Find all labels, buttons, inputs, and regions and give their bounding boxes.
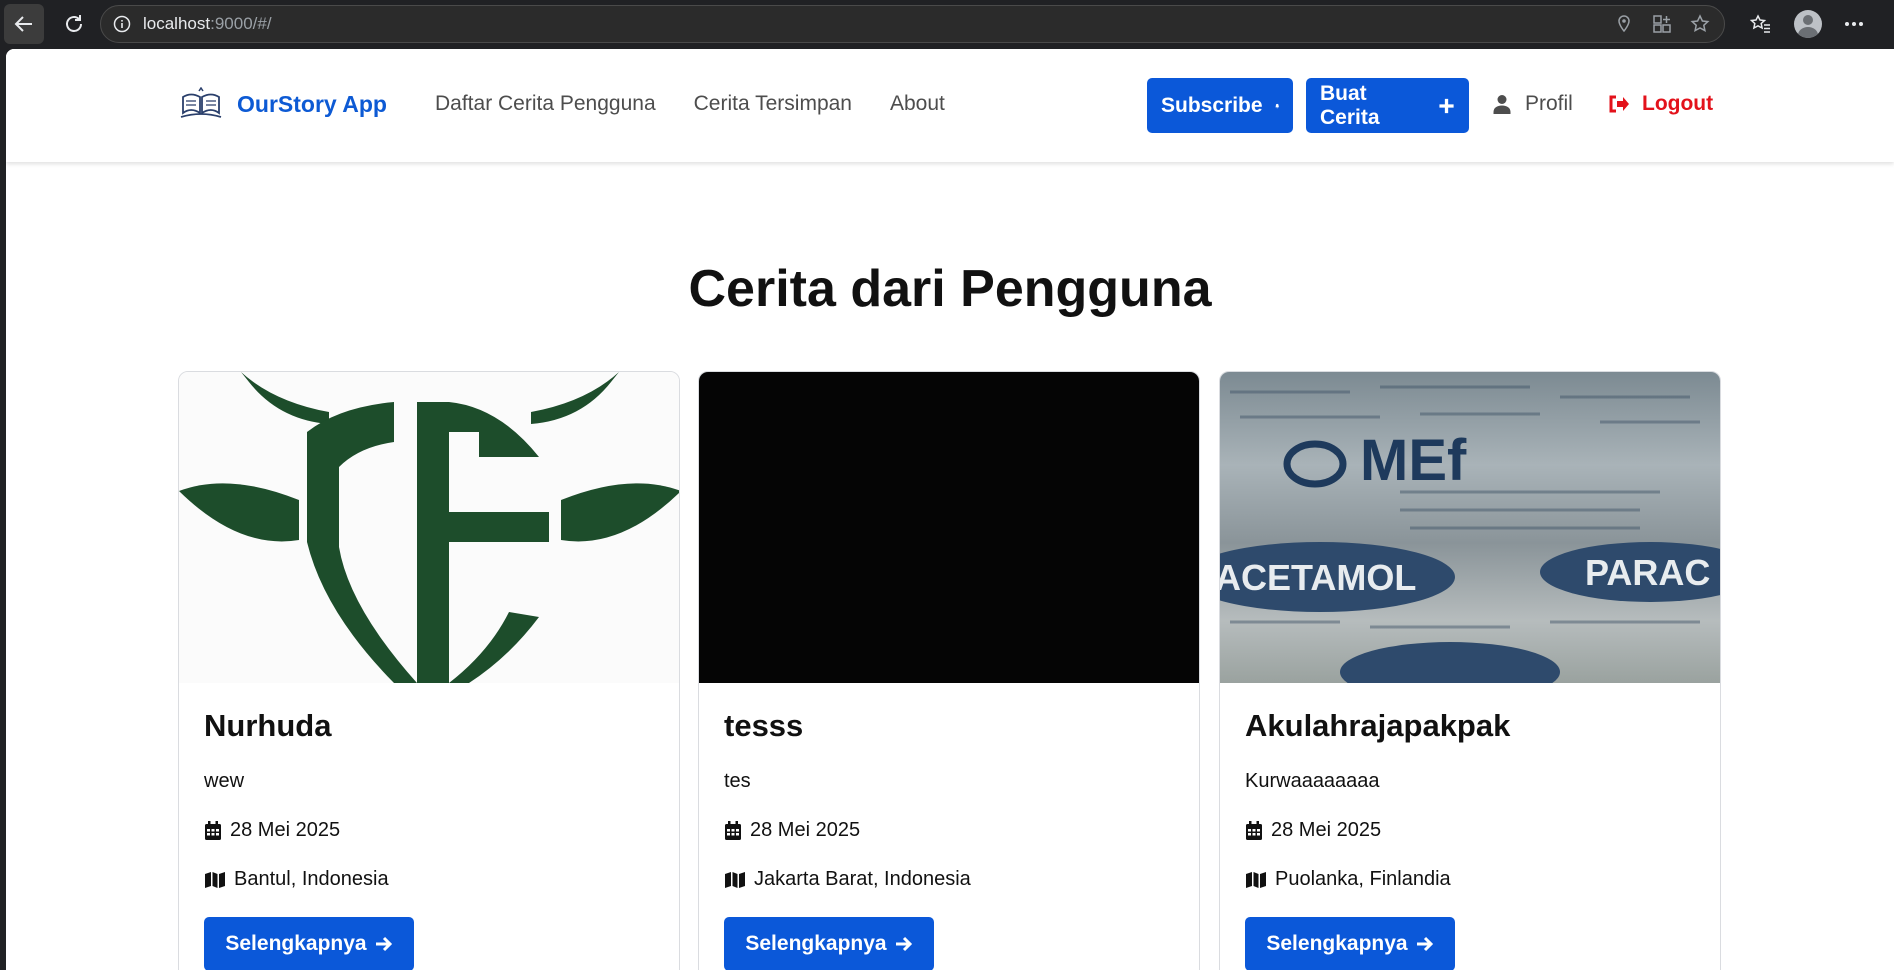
profile-avatar[interactable]: [1794, 10, 1822, 38]
story-author: Nurhuda: [204, 708, 332, 743]
svg-text:ACETAMOL: ACETAMOL: [1220, 557, 1416, 598]
story-author: Akulahrajapakpak: [1245, 708, 1511, 743]
read-more-button[interactable]: Selengkapnya: [724, 917, 934, 970]
read-more-button[interactable]: Selengkapnya: [1245, 917, 1455, 970]
back-button[interactable]: [4, 4, 44, 44]
nav-daftar-cerita[interactable]: Daftar Cerita Pengguna: [435, 92, 656, 116]
nav-cerita-tersimpan[interactable]: Cerita Tersimpan: [694, 92, 852, 116]
favorites-icon[interactable]: [1750, 13, 1772, 35]
story-date: 28 Mei 2025: [204, 819, 654, 842]
story-date: 28 Mei 2025: [1245, 819, 1695, 842]
arrow-right-icon: [895, 936, 912, 952]
story-location: Bantul, Indonesia: [204, 868, 654, 891]
reload-button[interactable]: [54, 4, 94, 44]
address-bar[interactable]: localhost:9000/#/: [100, 5, 1725, 43]
user-icon: [1493, 95, 1511, 114]
logout-link[interactable]: Logout: [1608, 92, 1713, 116]
create-story-button[interactable]: Buat Cerita: [1306, 78, 1469, 133]
site-navbar: OurStory App Daftar Cerita Pengguna Ceri…: [6, 49, 1894, 162]
map-icon: [205, 871, 225, 888]
story-author: tesss: [724, 708, 804, 743]
location-pin-icon[interactable]: [1614, 14, 1634, 34]
story-image: [179, 372, 679, 683]
reload-icon: [66, 15, 82, 32]
main-nav: Daftar Cerita Pengguna Cerita Tersimpan …: [435, 92, 945, 116]
medicine-package-photo: MEf ACETAMOL PARAC: [1220, 385, 1720, 683]
bell-icon: [1274, 103, 1279, 108]
arrow-right-icon: [375, 936, 392, 952]
story-location: Puolanka, Finlandia: [1245, 868, 1695, 891]
brand-link[interactable]: OurStory App: [179, 87, 387, 121]
read-more-button[interactable]: Selengkapnya: [204, 917, 414, 970]
story-description: Kurwaaaaaaaa: [1245, 770, 1380, 792]
story-book-logo-icon: [180, 87, 222, 118]
story-location: Jakarta Barat, Indonesia: [724, 868, 1174, 891]
map-icon: [1246, 871, 1266, 888]
more-menu-icon[interactable]: [1844, 21, 1864, 27]
story-description: tes: [724, 770, 751, 792]
subscribe-button[interactable]: Subscribe: [1147, 78, 1293, 133]
extensions-grid-icon[interactable]: [1652, 14, 1672, 34]
subscribe-label: Subscribe: [1161, 93, 1263, 117]
story-image: MEf ACETAMOL PARAC: [1220, 372, 1720, 683]
arrow-left-icon: [14, 16, 32, 32]
plus-icon: [1439, 98, 1454, 113]
logout-label: Logout: [1642, 92, 1714, 115]
profile-label: Profil: [1525, 92, 1573, 115]
arrow-right-icon: [1416, 936, 1433, 952]
star-icon[interactable]: [1690, 14, 1710, 34]
nav-about[interactable]: About: [890, 92, 945, 116]
page-viewport: OurStory App Daftar Cerita Pengguna Ceri…: [6, 49, 1894, 970]
url-text[interactable]: localhost:9000/#/: [143, 14, 272, 34]
map-icon: [725, 871, 745, 888]
story-description: wew: [204, 770, 245, 792]
create-story-label: Buat Cerita: [1320, 81, 1380, 129]
story-date: 28 Mei 2025: [724, 819, 1174, 842]
story-image: [699, 372, 1199, 683]
svg-text:MEf: MEf: [1360, 428, 1467, 493]
brand-name[interactable]: OurStory App: [237, 91, 387, 118]
story-card: MEf ACETAMOL PARAC Akulahrajapakpak Kurw…: [1219, 371, 1721, 970]
green-bull-logo-image: [179, 372, 679, 683]
browser-toolbar: localhost:9000/#/: [0, 0, 1894, 48]
sign-out-icon: [1609, 95, 1629, 113]
calendar-icon: [1246, 820, 1262, 840]
svg-text:PARAC: PARAC: [1585, 552, 1710, 593]
story-card: Nurhuda wew 28 Mei 2025 Bantul, Indonesi…: [178, 371, 680, 970]
calendar-icon: [725, 820, 741, 840]
page-title: Cerita dari Pengguna: [688, 260, 1212, 318]
calendar-icon: [205, 820, 221, 840]
story-card: tesss tes 28 Mei 2025 Jakarta Barat, Ind…: [698, 371, 1200, 970]
info-icon[interactable]: [113, 15, 131, 33]
profile-link[interactable]: Profil: [1493, 92, 1573, 116]
